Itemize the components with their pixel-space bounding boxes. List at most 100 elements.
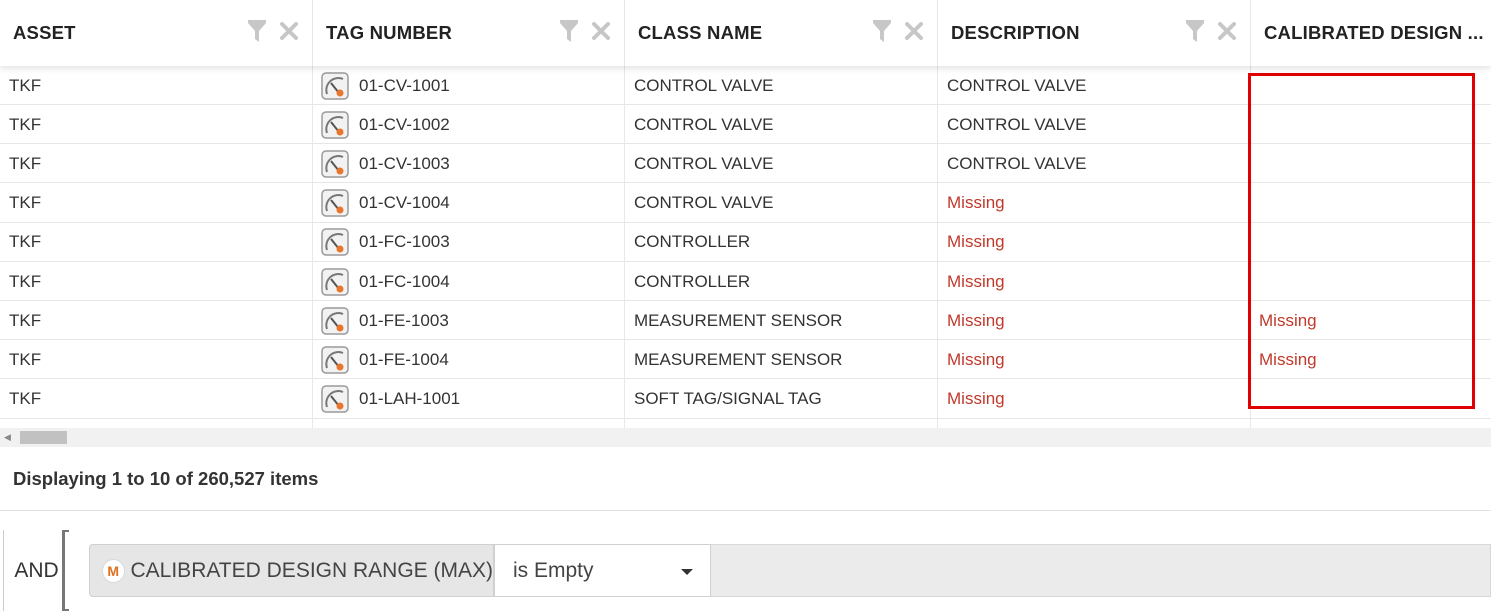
gauge-icon [321,228,349,257]
cell-description: CONTROL VALVE [938,144,1250,183]
cell-text: Missing [947,193,1005,213]
cell-asset: TKF [0,184,312,223]
cell-class-name: CONTROLLER [625,262,937,301]
cell-calibrated [1251,380,1491,419]
cell-text: Missing [947,349,1005,369]
table-row[interactable]: TKF 01-CV-1001 CONTROL VALVE CONTROL VALVE [0,66,1491,105]
scroll-left-arrow-icon[interactable]: ◀ [4,432,11,443]
table-row[interactable]: TKF 01-CV-1004 CONTROL VALVE Missing [0,184,1491,223]
cell-asset: TKF [0,223,312,262]
grid-footer: Displaying 1 to 10 of 260,527 items [0,448,1491,511]
column-header-description[interactable]: DESCRIPTION [938,0,1251,66]
cell-class-name: CONTROL VALVE [625,105,937,144]
close-icon[interactable] [592,22,610,40]
cell-tag: 01-CV-1001 [313,66,624,105]
cell-calibrated [1251,144,1491,183]
cell-tag: 01-CV-1004 [313,184,624,223]
operator-label: AND [14,558,59,582]
cell-text: MEASUREMENT SENSOR [634,310,843,330]
cell-tag: 01-FE-1003 [313,301,624,340]
cell-description: Missing [938,223,1250,262]
cell-text: 01-CV-1003 [359,153,450,173]
table-row[interactable]: TKF 01-CV-1003 CONTROL VALVE CONTROL VALVE [0,144,1491,184]
measurement-field-icon: M [102,558,125,583]
cell-description: Missing [938,262,1250,301]
table-row[interactable]: TKF 01-LAH-1001 SOFT TAG/SIGNAL TAG Missing [0,380,1491,419]
chevron-down-icon[interactable] [681,569,693,575]
cell-text: CONTROL VALVE [947,153,1087,173]
filter-condition-select[interactable]: is Empty [494,544,711,597]
cell-tag: 01-CV-1003 [313,144,624,183]
close-icon[interactable] [280,22,298,40]
cell-tag: 01-LAH-1001 [313,380,624,419]
filter-icon[interactable] [873,20,891,42]
filter-icon[interactable] [560,20,578,42]
gauge-icon [321,346,349,374]
cell-text: TKF [9,310,42,330]
cell-text: CONTROLLER [634,232,751,252]
grid-header: ASSET TAG NUMBER CLASS NAME DESCRIPTION [0,0,1491,66]
operator-bracket [62,530,69,611]
logical-operator-button[interactable]: AND [3,530,69,611]
cell-text: TKF [9,114,42,134]
column-header-calibrated-design[interactable]: CALIBRATED DESIGN ... [1251,0,1491,66]
cell-text: 01-CV-1002 [359,114,450,134]
cell-text: CONTROL VALVE [634,153,774,173]
cell-text: CONTROL VALVE [947,75,1087,95]
table-row[interactable]: TKF 01-FE-1004 MEASUREMENT SENSOR Missing Mi… [0,340,1491,380]
cell-text: Missing [947,232,1005,252]
column-label: CALIBRATED DESIGN ... [1264,22,1484,43]
cell-class-name: CONTROLLER [625,223,937,262]
table-row[interactable]: TKF 01-FC-1004 CONTROLLER Missing [0,262,1491,301]
cell-text: TKF [9,153,42,173]
cell-tag: 01-CV-1002 [313,105,624,144]
cell-asset: TKF [0,301,312,340]
column-divider [624,66,625,428]
column-header-tag-number[interactable]: TAG NUMBER [313,0,625,66]
gauge-icon [321,306,349,335]
cell-text: 01-CV-1004 [359,193,450,213]
filter-icon[interactable] [1186,20,1204,42]
cell-calibrated [1251,66,1491,105]
cell-class-name: CONTROL VALVE [625,66,937,105]
table-row[interactable]: TKF 01-FE-1003 MEASUREMENT SENSOR Missing Mi… [0,301,1491,341]
column-header-class-name[interactable]: CLASS NAME [625,0,938,66]
table-row[interactable]: TKF 01-FC-1003 CONTROLLER Missing [0,223,1491,262]
gauge-icon [321,385,349,413]
pagination-status: Displaying 1 to 10 of 260,527 items [13,468,319,489]
column-label: CLASS NAME [638,22,763,43]
cell-text: TKF [9,349,42,369]
gauge-icon [321,150,349,178]
cell-text: TKF [9,271,42,291]
cell-text: Missing [947,310,1005,330]
column-label: DESCRIPTION [951,22,1080,43]
cell-text: 01-FE-1003 [359,310,449,330]
column-header-asset[interactable]: ASSET [0,0,313,66]
cell-calibrated: Missing [1251,301,1491,340]
close-icon[interactable] [905,22,923,40]
cell-description: Missing [938,184,1250,223]
cell-text: CONTROL VALVE [634,193,774,213]
cell-tag: 01-FC-1003 [313,223,624,262]
scrollbar-thumb[interactable] [20,431,67,444]
cell-text: SOFT TAG/SIGNAL TAG [634,389,822,409]
cell-text: CONTROL VALVE [634,75,774,95]
close-icon[interactable] [1218,22,1236,40]
table-row[interactable]: TKF 01-CV-1002 CONTROL VALVE CONTROL VALVE [0,105,1491,145]
cell-class-name: MEASUREMENT SENSOR [625,340,937,379]
cell-description: Missing [938,380,1250,419]
cell-text: TKF [9,232,42,252]
column-divider [937,66,938,428]
cell-text: 01-CV-1001 [359,75,450,95]
horizontal-scrollbar[interactable]: ◀ [0,428,1491,447]
filter-icon[interactable] [248,20,266,42]
filter-field-chip[interactable]: M CALIBRATED DESIGN RANGE (MAX) [89,544,494,597]
cell-asset: TKF [0,105,312,144]
gauge-icon [321,110,349,139]
cell-text: 01-FC-1003 [359,232,450,252]
cell-text: Missing [1259,310,1317,330]
column-divider [1250,66,1251,428]
cell-calibrated [1251,223,1491,262]
gauge-icon [321,267,349,296]
cell-asset: TKF [0,66,312,105]
